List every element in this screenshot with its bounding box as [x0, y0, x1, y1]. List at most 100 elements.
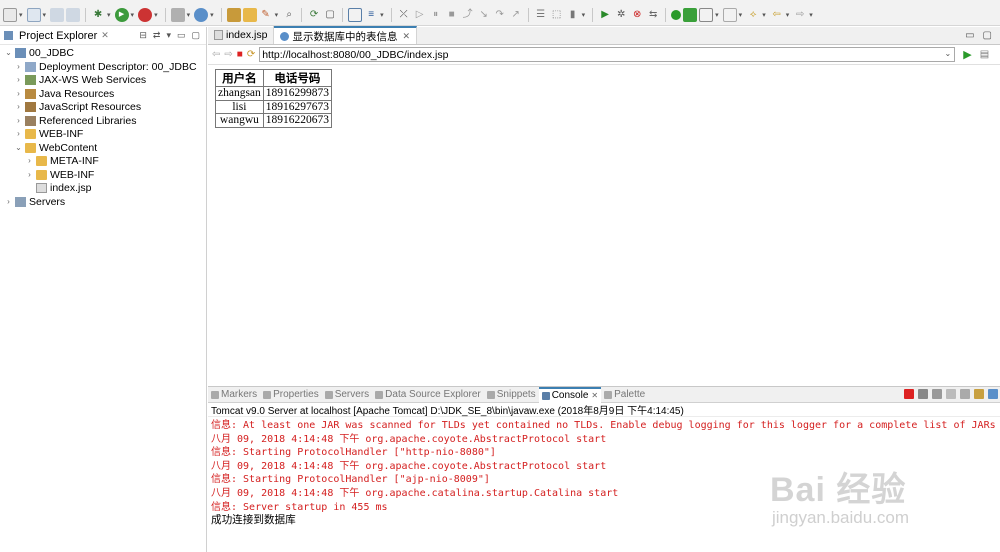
step-into-icon[interactable]: ↘ — [477, 8, 491, 22]
step-over-icon[interactable]: ↷ — [493, 8, 507, 22]
tree-item-web-inf[interactable]: › WEB-INF — [14, 127, 83, 140]
skip-breakpoints-icon[interactable]: ⤫ — [397, 8, 411, 22]
tree-item-meta-inf[interactable]: › META-INF — [25, 154, 99, 167]
collapsed-arrow-icon[interactable]: › — [14, 116, 23, 125]
expanded-arrow-icon[interactable]: ⌄ — [4, 48, 13, 57]
minimize-icon[interactable]: ▭ — [965, 30, 974, 41]
remove-launch-icon[interactable] — [918, 389, 928, 399]
pen-icon[interactable]: ✎ — [259, 8, 273, 22]
toggle-icon[interactable]: ▮ — [566, 8, 580, 22]
tree-item-label: WEB-INF — [39, 127, 84, 140]
close-icon[interactable]: ✕ — [402, 31, 410, 42]
collapsed-arrow-icon[interactable]: › — [14, 75, 23, 84]
run-icon[interactable]: ▶ — [114, 7, 129, 22]
debug-server-icon[interactable]: ✲ — [614, 8, 628, 22]
filter-icon[interactable]: ▾ — [166, 30, 171, 41]
console-view-icon[interactable] — [348, 7, 363, 22]
new-server-icon[interactable] — [170, 7, 185, 22]
minimize-icon[interactable]: ▭ — [177, 30, 186, 41]
save-icon[interactable] — [50, 7, 65, 22]
green-dot-icon[interactable] — [671, 9, 682, 20]
terminate-icon[interactable] — [904, 389, 914, 399]
settings-icon[interactable]: ▤ — [980, 49, 989, 60]
remove-all-icon[interactable] — [932, 389, 942, 399]
tab-data-source-explorer[interactable]: Data Source Explorer — [372, 387, 484, 403]
tab-markers[interactable]: Markers — [208, 387, 260, 403]
tree-item-referenced-libraries[interactable]: › Referenced Libraries — [14, 114, 136, 127]
chevron-down-icon[interactable]: ⌄ — [945, 49, 952, 58]
resume-icon[interactable]: ▷ — [413, 8, 427, 22]
project-explorer-title[interactable]: Project Explorer — [19, 30, 97, 42]
debug-icon[interactable]: ✱ — [91, 8, 105, 22]
stop-server-icon[interactable]: ⊗ — [630, 8, 644, 22]
display-console-icon[interactable] — [988, 389, 998, 399]
link-editor-icon[interactable]: ⇄ — [153, 30, 161, 41]
tree-item-java-resources[interactable]: › Java Resources — [14, 87, 114, 100]
publish-icon[interactable]: ⇆ — [646, 8, 660, 22]
disconnect-icon[interactable]: ⤴ — [461, 8, 475, 22]
tree-item-deployment-descriptor[interactable]: › Deployment Descriptor: 00_JDBC — [14, 60, 197, 73]
select-icon[interactable]: ⬚ — [550, 8, 564, 22]
close-icon[interactable]: ✕ — [101, 30, 109, 41]
tab-snippets[interactable]: Snippets — [484, 387, 539, 403]
clear-console-icon[interactable] — [946, 389, 956, 399]
refresh-icon[interactable]: ⟳ — [247, 49, 255, 60]
tab-properties[interactable]: Properties — [260, 387, 322, 403]
expanded-arrow-icon[interactable]: ⌄ — [14, 143, 23, 152]
use-step-filters-icon[interactable]: ☰ — [534, 8, 548, 22]
collapsed-arrow-icon[interactable]: › — [14, 129, 23, 138]
open-folder-icon[interactable] — [242, 7, 257, 22]
web-browser-icon[interactable] — [194, 7, 209, 22]
tab-console[interactable]: Console ✕ — [538, 386, 602, 403]
scroll-lock-icon[interactable] — [960, 389, 970, 399]
go-icon[interactable]: ▶ — [963, 48, 971, 61]
refresh-icon[interactable]: ⟳ — [307, 8, 321, 22]
tree-item-webcontent-web-inf[interactable]: › WEB-INF — [25, 168, 94, 181]
tree-item-webcontent[interactable]: ⌄ WebContent — [14, 141, 97, 154]
annotation-icon[interactable]: ▢ — [323, 8, 337, 22]
collapsed-arrow-icon[interactable]: › — [14, 102, 23, 111]
tab-palette[interactable]: Palette — [601, 387, 648, 403]
tree-item-jaxws[interactable]: › JAX-WS Web Services — [14, 73, 146, 86]
green-square-icon[interactable] — [683, 7, 698, 22]
collapsed-arrow-icon[interactable]: › — [25, 156, 34, 165]
list-icon[interactable]: ≡ — [364, 8, 378, 22]
tree-item-project[interactable]: ⌄ 00_JDBC — [4, 46, 74, 59]
terminate-icon[interactable]: ■ — [445, 8, 459, 22]
tree-item-index-jsp[interactable]: index.jsp — [25, 181, 91, 194]
start-server-icon[interactable]: ▶ — [598, 8, 612, 22]
bookmark-icon[interactable]: ⟡ — [746, 8, 760, 22]
tab-index-jsp[interactable]: index.jsp — [208, 26, 275, 44]
doc-icon[interactable] — [722, 7, 737, 22]
grid-icon[interactable] — [699, 7, 714, 22]
maximize-icon[interactable]: ▢ — [983, 30, 992, 41]
save-all-icon[interactable] — [66, 7, 81, 22]
stop-icon[interactable]: ■ — [237, 49, 243, 60]
new-file-icon[interactable] — [3, 7, 17, 22]
tree-item-servers[interactable]: › Servers — [4, 195, 65, 208]
new-wizard-icon[interactable] — [26, 7, 41, 22]
collapsed-arrow-icon[interactable]: › — [14, 89, 23, 98]
console-output[interactable]: 信息: At least one JAR was scanned for TLD… — [208, 417, 1000, 528]
collapse-all-icon[interactable]: ⊟ — [139, 30, 147, 41]
tree-item-label: Deployment Descriptor: 00_JDBC — [39, 60, 197, 73]
collapsed-arrow-icon[interactable]: › — [25, 170, 34, 179]
forward-icon[interactable]: ⇨ — [224, 49, 232, 60]
external-tools-icon[interactable] — [138, 7, 153, 22]
forward-icon[interactable]: ⇨ — [793, 8, 807, 22]
close-icon[interactable]: ✕ — [591, 391, 598, 400]
pin-console-icon[interactable] — [974, 389, 984, 399]
back-icon[interactable]: ⇦ — [770, 8, 784, 22]
tab-browser[interactable]: 显示数据库中的表信息 ✕ — [274, 26, 417, 44]
suspend-icon[interactable]: ⏸ — [429, 8, 443, 22]
url-input[interactable]: http://localhost:8080/00_JDBC/index.jsp … — [259, 47, 956, 62]
search-icon[interactable]: ⌕ — [282, 8, 296, 22]
collapsed-arrow-icon[interactable]: › — [4, 197, 13, 206]
collapsed-arrow-icon[interactable]: › — [14, 62, 23, 71]
back-icon[interactable]: ⇦ — [212, 49, 220, 60]
tab-servers[interactable]: Servers — [322, 387, 372, 403]
maximize-icon[interactable]: ▢ — [191, 30, 200, 41]
step-return-icon[interactable]: ↗ — [509, 8, 523, 22]
tree-item-js-resources[interactable]: › JavaScript Resources — [14, 100, 141, 113]
open-type-icon[interactable] — [226, 7, 241, 22]
